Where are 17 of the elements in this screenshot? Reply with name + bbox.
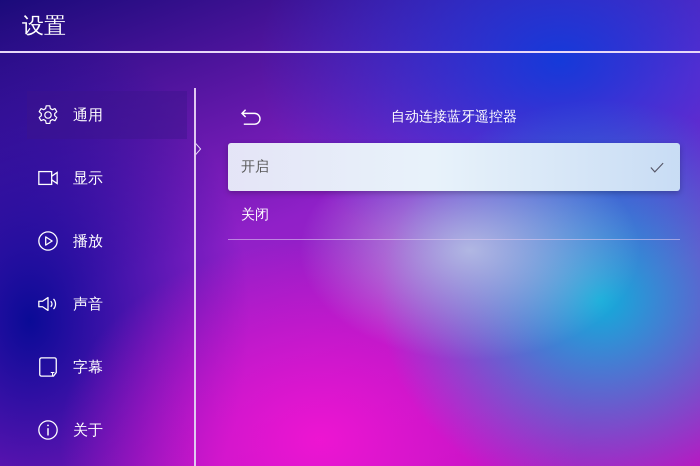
sidebar-item[interactable]: 字幕: [27, 343, 187, 391]
checkmark-icon: [650, 162, 664, 172]
chevron-icon: [195, 142, 202, 156]
back-button[interactable]: [240, 108, 262, 126]
gear-icon: [37, 104, 59, 126]
sidebar-item[interactable]: 通用: [27, 91, 187, 139]
sidebar-item[interactable]: 关于: [27, 406, 187, 454]
window-title: 设置: [22, 12, 66, 40]
info-icon: [37, 419, 59, 441]
sidebar-item[interactable]: 播放: [27, 217, 187, 265]
sidebar-item[interactable]: 声音: [27, 280, 187, 328]
panel-title: 自动连接蓝牙遥控器: [390, 108, 518, 126]
subtitle-icon: [37, 356, 59, 378]
option-item[interactable]: 关闭: [228, 191, 680, 240]
sidebar-item[interactable]: 显示: [27, 154, 187, 202]
play-icon: [37, 230, 59, 252]
option-item[interactable]: 开启: [228, 143, 680, 191]
